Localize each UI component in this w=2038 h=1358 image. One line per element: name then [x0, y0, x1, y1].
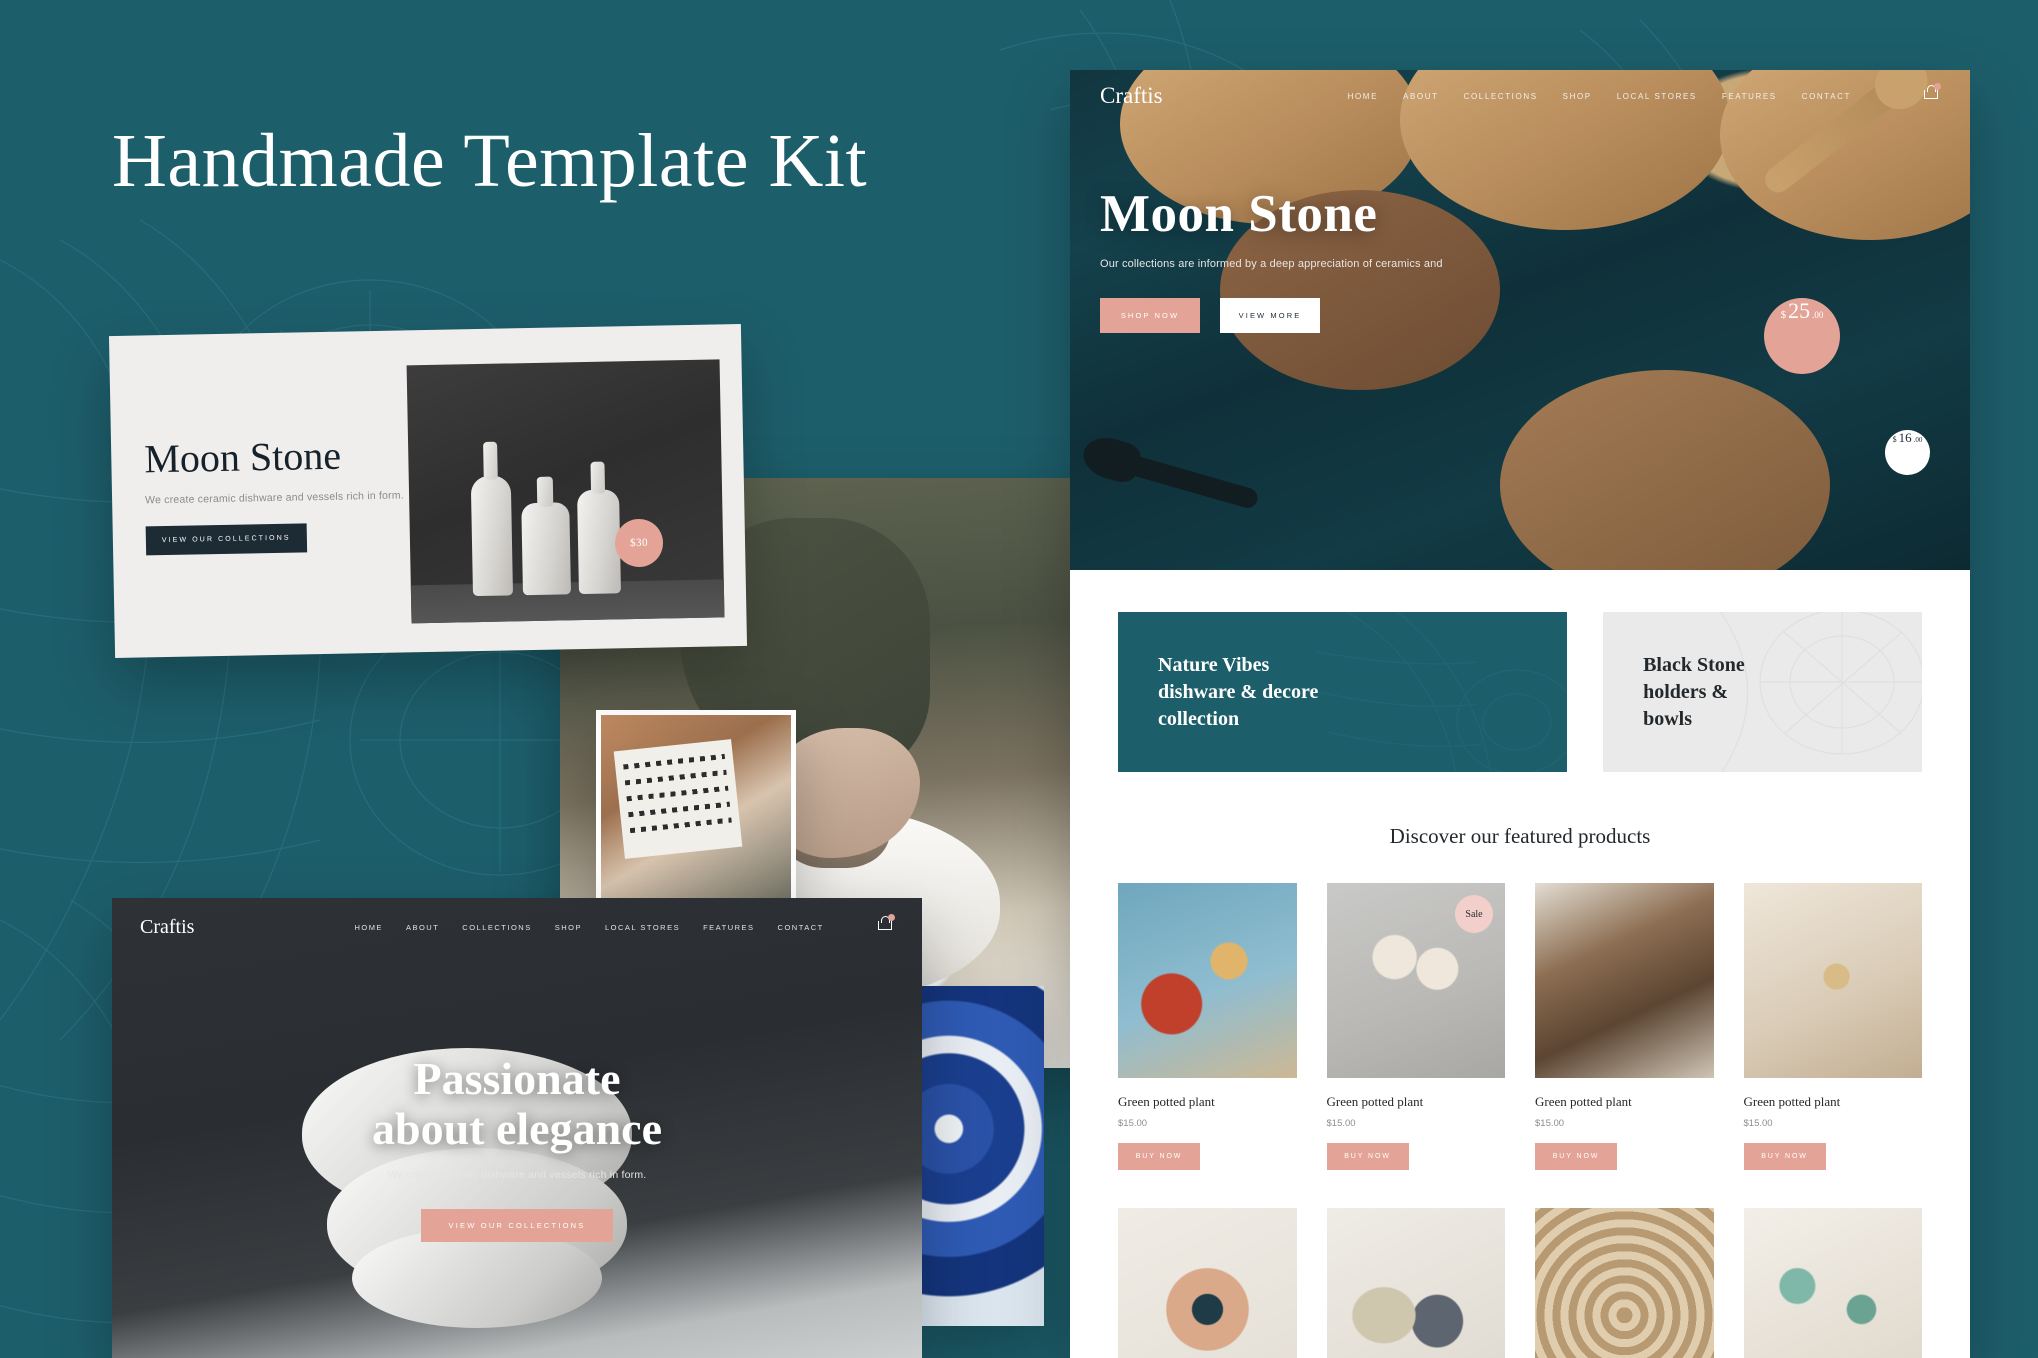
- pillow-photo: [601, 715, 791, 905]
- buy-now-button[interactable]: BUY NOW: [1326, 1143, 1409, 1170]
- price-amount: 16: [1898, 430, 1912, 445]
- product-name: Green potted plant: [1743, 1094, 1841, 1109]
- nav-item-contact[interactable]: CONTACT: [1802, 92, 1851, 101]
- passionate-preview-card[interactable]: Craftis HOME ABOUT COLLECTIONS SHOP LOCA…: [112, 898, 922, 1358]
- currency-symbol: $: [1892, 435, 1897, 444]
- moonstone-preview-card[interactable]: Moon Stone We create ceramic dishware an…: [108, 323, 748, 659]
- product-card[interactable]: [1535, 1208, 1714, 1358]
- category-cards: Nature Vibes dishware & decore collectio…: [1070, 570, 1970, 772]
- vase-shape: [470, 475, 514, 597]
- cart-button[interactable]: [1923, 83, 1941, 107]
- product-price: $15.00: [1743, 1118, 1773, 1129]
- main-site-mockup[interactable]: Craftis HOME ABOUT COLLECTIONS SHOP LOCA…: [1070, 70, 1970, 1358]
- sale-badge: Sale: [1455, 895, 1493, 933]
- hero-subtitle: Our collections are informed by a deep a…: [1100, 258, 1443, 270]
- price-cents: .00: [1812, 310, 1824, 320]
- product-grid-row-1: Green potted plant $15.00 BUY NOW Sale G…: [1070, 883, 1970, 1170]
- brand-logo[interactable]: Craftis: [1100, 83, 1163, 109]
- category-card-black-stone[interactable]: Black Stone holders & bowls: [1603, 612, 1922, 772]
- price-badge-30: $30: [614, 518, 664, 568]
- product-card[interactable]: Green potted plant $15.00 BUY NOW: [1118, 883, 1297, 1170]
- product-card[interactable]: Sale Green potted plant $15.00 BUY NOW: [1326, 883, 1505, 1170]
- product-price: $15.00: [1326, 1118, 1356, 1129]
- blue-ceramic-photo: [922, 986, 1044, 1326]
- price-badge-16: $ 16 .00: [1885, 430, 1930, 475]
- nav-menu: HOME ABOUT COLLECTIONS SHOP LOCAL STORES…: [1348, 92, 1851, 101]
- moonstone-collections-button[interactable]: VIEW OUR COLLECTIONS: [145, 522, 307, 555]
- product-image: [1743, 1208, 1922, 1358]
- passionate-heading: Passionate about elegance: [371, 1052, 662, 1154]
- buy-now-button[interactable]: BUY NOW: [1743, 1143, 1826, 1170]
- featured-heading: Discover our featured products: [1389, 824, 1651, 848]
- hero-section: Craftis HOME ABOUT COLLECTIONS SHOP LOCA…: [1070, 70, 1970, 570]
- hero-buttons: SHOP NOW VIEW MORE: [1100, 298, 1970, 333]
- shop-now-button[interactable]: SHOP NOW: [1100, 298, 1200, 333]
- nav-item-home[interactable]: HOME: [1348, 92, 1378, 101]
- product-grid-row-2: [1070, 1208, 1970, 1358]
- cushion-shape: [613, 739, 743, 859]
- passionate-heading-line2: about elegance: [371, 1102, 662, 1154]
- category-line2: dishware & decore: [1158, 681, 1319, 703]
- price-badge-25: $ 25 .00: [1764, 298, 1840, 374]
- passionate-subtitle: We create ceramic dishware and vessels r…: [387, 1169, 647, 1182]
- site-navbar: Craftis HOME ABOUT COLLECTIONS SHOP LOCA…: [1070, 70, 1970, 122]
- product-image: [1118, 883, 1297, 1078]
- nav-item-features[interactable]: FEATURES: [1722, 92, 1777, 101]
- dreamcatcher-decoration-icon: [1719, 612, 1922, 772]
- category-line3: collection: [1158, 708, 1240, 730]
- product-card[interactable]: [1118, 1208, 1297, 1358]
- hero-title: Moon Stone: [1100, 185, 1378, 243]
- product-name: Green potted plant: [1535, 1094, 1632, 1109]
- price-cents: .00: [1913, 436, 1923, 444]
- product-image: [1118, 1208, 1297, 1358]
- nav-item-shop[interactable]: SHOP: [1563, 92, 1592, 101]
- nav-item-about[interactable]: ABOUT: [1403, 92, 1439, 101]
- page-title: Handmade Template Kit: [112, 119, 868, 203]
- product-card[interactable]: [1743, 1208, 1922, 1358]
- black-utensil-shape: [1110, 449, 1260, 511]
- price-amount: 25: [1788, 298, 1811, 323]
- product-card[interactable]: Green potted plant $15.00 BUY NOW: [1535, 883, 1714, 1170]
- product-card[interactable]: Green potted plant $15.00 BUY NOW: [1743, 883, 1922, 1170]
- product-image: [1535, 1208, 1714, 1358]
- moonstone-title: Moon Stone: [143, 432, 342, 481]
- product-card[interactable]: [1326, 1208, 1505, 1358]
- view-more-button[interactable]: VIEW MORE: [1220, 298, 1320, 333]
- currency-symbol: $: [1780, 309, 1787, 321]
- moonstone-subtitle: We create ceramic dishware and vessels r…: [145, 488, 404, 506]
- product-name: Green potted plant: [1118, 1094, 1215, 1109]
- hero-copy: Moon Stone Our collections are informed …: [1070, 122, 1970, 333]
- shopping-cart-icon[interactable]: [1923, 83, 1941, 102]
- pillow-photo-card: [596, 710, 796, 910]
- buy-now-button[interactable]: BUY NOW: [1118, 1143, 1200, 1170]
- passionate-collections-button[interactable]: VIEW OUR COLLECTIONS: [420, 1209, 614, 1243]
- leaf-decoration-icon: [1316, 612, 1568, 772]
- moonstone-product-photo: $30: [406, 359, 725, 624]
- wooden-board-shape: [1500, 370, 1830, 570]
- nav-item-local-stores[interactable]: LOCAL STORES: [1617, 92, 1697, 101]
- buy-now-button[interactable]: BUY NOW: [1535, 1143, 1617, 1170]
- product-image: [1743, 883, 1922, 1078]
- product-price: $15.00: [1118, 1118, 1148, 1129]
- vase-shape: [521, 502, 572, 596]
- category-card-nature-vibes[interactable]: Nature Vibes dishware & decore collectio…: [1118, 612, 1568, 772]
- passionate-heading-line1: Passionate: [413, 1052, 621, 1104]
- product-image: [1535, 883, 1714, 1078]
- product-image: [1326, 1208, 1505, 1358]
- product-price: $15.00: [1535, 1118, 1565, 1129]
- nav-item-collections[interactable]: COLLECTIONS: [1464, 92, 1538, 101]
- passionate-copy: Passionate about elegance We create cera…: [112, 898, 922, 1358]
- blue-ceramic-photo-card: [922, 986, 1044, 1326]
- category-line1: Nature Vibes: [1158, 654, 1270, 676]
- product-name: Green potted plant: [1326, 1094, 1424, 1109]
- product-image: Sale: [1326, 883, 1505, 1078]
- category-line3: bowls: [1643, 708, 1692, 730]
